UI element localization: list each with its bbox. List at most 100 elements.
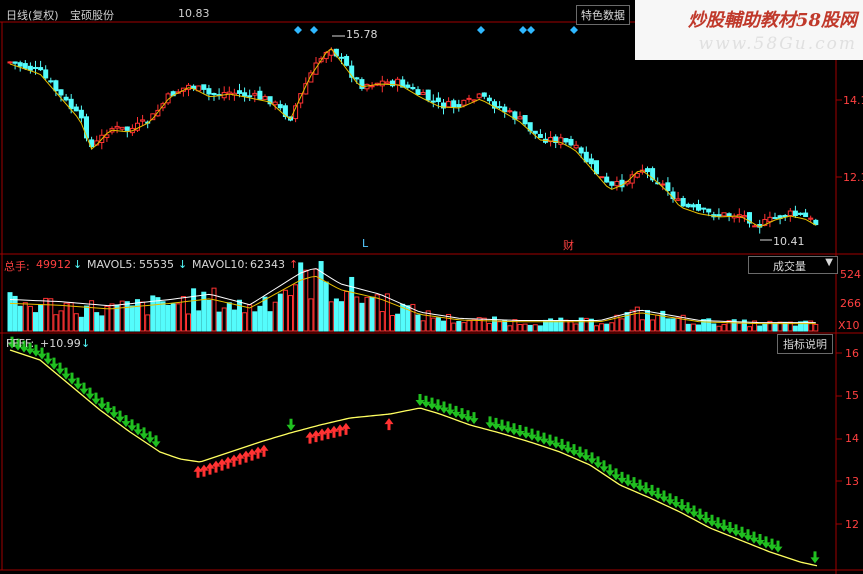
volume-bar [104, 305, 110, 332]
indicator-axis-tick-5: 12 [845, 518, 859, 531]
event-marker-finance[interactable]: 财 [563, 237, 574, 253]
candle-body [609, 181, 615, 186]
volume-bar [415, 314, 421, 332]
indicator-axis-tick-1: 16 [845, 347, 859, 360]
candle-body [792, 210, 798, 217]
candle-body [53, 80, 59, 92]
volume-bar [420, 320, 426, 332]
volume-bar [201, 291, 207, 332]
volume-bar [507, 325, 513, 332]
candle-body [588, 158, 594, 165]
sell-arrow [151, 435, 161, 448]
diamond-marker-2 [477, 26, 485, 34]
price-axis-tick-1: 14.1 [843, 94, 863, 107]
candle-body [339, 56, 344, 59]
indicator-line [9, 349, 818, 567]
indicator-help-button[interactable]: 指标说明 [777, 334, 833, 354]
feature-data-button[interactable]: 特色数据 [576, 5, 630, 25]
high-price-label: 15.78 [346, 28, 378, 41]
volume-bar [690, 323, 696, 332]
candle-body [594, 160, 599, 175]
sell-arrow [515, 425, 525, 437]
diamond-marker-4 [527, 26, 535, 34]
event-marker-l[interactable]: L [362, 237, 368, 250]
volume-bar [609, 322, 615, 332]
volume-bar [38, 304, 44, 332]
candle-body [583, 151, 589, 163]
volume-bar [145, 314, 151, 332]
indicator-value: +10.99 [40, 337, 81, 350]
volume-bar [323, 281, 329, 332]
candle-body [226, 91, 232, 95]
sell-arrow [415, 394, 425, 406]
volume-bar [379, 311, 385, 332]
buy-arrow [223, 456, 233, 469]
candle-body [456, 104, 462, 108]
chart-canvas[interactable] [0, 0, 863, 574]
volume-bar [328, 301, 334, 332]
volume-bar [226, 302, 232, 332]
volume-bar [568, 321, 574, 332]
candle-body [84, 116, 89, 139]
sell-arrow [491, 417, 501, 430]
volume-bar [364, 296, 370, 332]
volume-bar [165, 304, 171, 332]
buy-arrow [229, 454, 239, 467]
candle-body [63, 96, 69, 101]
candle-body [690, 204, 696, 208]
volume-bar [527, 324, 533, 332]
volume-bar [160, 301, 166, 332]
mavol5-value: 55535 [139, 258, 174, 271]
volume-bar [308, 298, 314, 332]
stock-name: 宝硕股份 [70, 9, 114, 22]
volume-bar [12, 295, 18, 332]
volume-bar [48, 298, 54, 332]
candle-body [435, 97, 441, 103]
indicator-dropdown[interactable]: 成交量 ▼ [748, 256, 838, 274]
candle-body [767, 216, 773, 223]
volume-bar [231, 309, 237, 332]
candle-body [395, 78, 401, 86]
candle-body [58, 89, 64, 96]
candle-body [252, 92, 258, 96]
sell-arrow [427, 397, 437, 410]
volume-bar [517, 323, 523, 332]
low-price-label: 10.41 [773, 235, 805, 248]
volume-bar [17, 305, 23, 332]
candle-body [803, 212, 809, 218]
watermark-title: 炒股輔助教材58股网 [687, 10, 857, 31]
volume-bar [716, 325, 722, 332]
volume-bar [262, 296, 268, 332]
candle-body [752, 225, 758, 228]
period-label[interactable]: 日线(复权) [6, 7, 59, 23]
buy-arrow [211, 460, 221, 473]
candle-body [696, 204, 701, 211]
volume-bar [461, 322, 467, 332]
volume-bar [7, 292, 13, 332]
volume-bar [451, 322, 457, 332]
volume-bar [216, 311, 222, 332]
candle-body [277, 104, 283, 109]
candle-body [38, 67, 44, 71]
volume-bar [721, 323, 727, 332]
volume-axis-tick-1: 524 [840, 268, 861, 281]
chart-window: 炒股輔助教材58股网 www.58Gu.com 日线(复权) 宝硕股份 10.8… [0, 0, 863, 574]
volume-bar [272, 301, 278, 332]
volume-bar [58, 310, 64, 332]
candle-body [645, 168, 650, 173]
volume-bar [354, 296, 360, 332]
volume-total-arrow: ↓ [73, 258, 83, 271]
volume-bar [94, 312, 100, 332]
candle-body [114, 125, 120, 129]
volume-bar [119, 300, 125, 332]
sell-arrow [421, 395, 431, 408]
volume-bar [344, 291, 350, 332]
volume-bar [670, 318, 676, 332]
volume-total-label: 总手: [4, 260, 30, 273]
volume-bar [792, 325, 798, 332]
candle-body [354, 77, 360, 80]
candle-body [486, 97, 492, 102]
candle-body [466, 97, 472, 100]
volume-bar [813, 323, 819, 332]
candle-body [573, 144, 579, 149]
